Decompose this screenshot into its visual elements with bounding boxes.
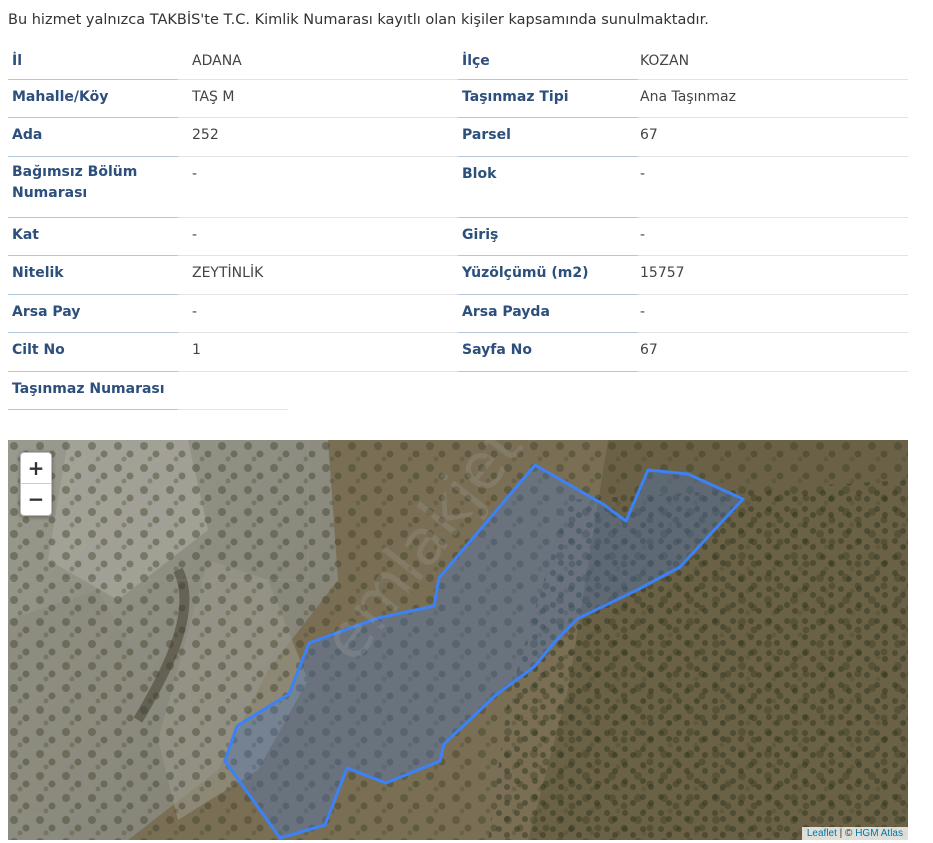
label-sayfa-no: Sayfa No [458, 333, 638, 372]
info-row: Mahalle/Köy TAŞ M Taşınmaz Tipi Ana Taşı… [8, 80, 908, 118]
value-cilt-no: 1 [178, 333, 458, 372]
info-row: İl ADANA İlçe KOZAN [8, 44, 908, 80]
value-tasinmaz-tipi: Ana Taşınmaz [638, 80, 908, 118]
label-arsa-payda: Arsa Payda [458, 295, 638, 333]
value-arsa-pay: - [178, 295, 458, 333]
value-bagimsiz-bolum: - [178, 157, 458, 218]
info-row: Bağımsız Bölüm Numarası - Blok - [8, 157, 908, 218]
value-giris: - [638, 218, 908, 256]
value-nitelik: ZEYTİNLİK [178, 256, 458, 295]
label-giris: Giriş [458, 218, 638, 256]
attribution-separator: | © [836, 828, 856, 839]
label-ilce: İlçe [458, 44, 638, 80]
zoom-in-button[interactable]: + [21, 453, 51, 484]
value-yuzolcumu: 15757 [638, 256, 908, 295]
hgm-atlas-link[interactable]: HGM Atlas [855, 828, 903, 839]
label-ada: Ada [8, 118, 178, 157]
value-il: ADANA [178, 44, 458, 80]
value-arsa-payda: - [638, 295, 908, 333]
label-tasinmaz-tipi: Taşınmaz Tipi [458, 80, 638, 118]
parcel-map[interactable]: emlakjet.com + − Leaflet | © HGM Atlas [8, 440, 908, 840]
value-ada: 252 [178, 118, 458, 157]
info-row: Taşınmaz Numarası [8, 372, 908, 410]
info-row: Arsa Pay - Arsa Payda - [8, 295, 908, 333]
value-sayfa-no: 67 [638, 333, 908, 372]
map-attribution: Leaflet | © HGM Atlas [801, 827, 908, 840]
label-arsa-pay: Arsa Pay [8, 295, 178, 333]
label-il: İl [8, 44, 178, 80]
value-parsel: 67 [638, 118, 908, 157]
service-notice: Bu hizmet yalnızca TAKBİS'te T.C. Kimlik… [8, 12, 709, 28]
label-mahalle: Mahalle/Köy [8, 80, 178, 118]
info-row: Kat - Giriş - [8, 218, 908, 256]
label-kat: Kat [8, 218, 178, 256]
label-blok: Blok [458, 157, 638, 218]
label-tasinmaz-numarasi: Taşınmaz Numarası [8, 372, 178, 410]
info-row: Nitelik ZEYTİNLİK Yüzölçümü (m2) 15757 [8, 256, 908, 295]
label-bagimsiz-bolum: Bağımsız Bölüm Numarası [8, 157, 178, 218]
label-cilt-no: Cilt No [8, 333, 178, 372]
label-yuzolcumu: Yüzölçümü (m2) [458, 256, 638, 295]
value-blok: - [638, 157, 908, 218]
info-row: Cilt No 1 Sayfa No 67 [8, 333, 908, 372]
value-mahalle: TAŞ M [178, 80, 458, 118]
label-nitelik: Nitelik [8, 256, 178, 295]
zoom-out-button[interactable]: − [21, 484, 51, 514]
zoom-control: + − [20, 452, 52, 516]
empty-cell [288, 372, 468, 410]
label-parsel: Parsel [458, 118, 638, 157]
info-row: Ada 252 Parsel 67 [8, 118, 908, 157]
value-ilce: KOZAN [638, 44, 908, 80]
parcel-info-table: İl ADANA İlçe KOZAN Mahalle/Köy TAŞ M Ta… [8, 44, 908, 410]
leaflet-link[interactable]: Leaflet [807, 828, 837, 839]
value-kat: - [178, 218, 458, 256]
empty-cell [468, 372, 738, 410]
value-tasinmaz-numarasi [178, 372, 288, 410]
